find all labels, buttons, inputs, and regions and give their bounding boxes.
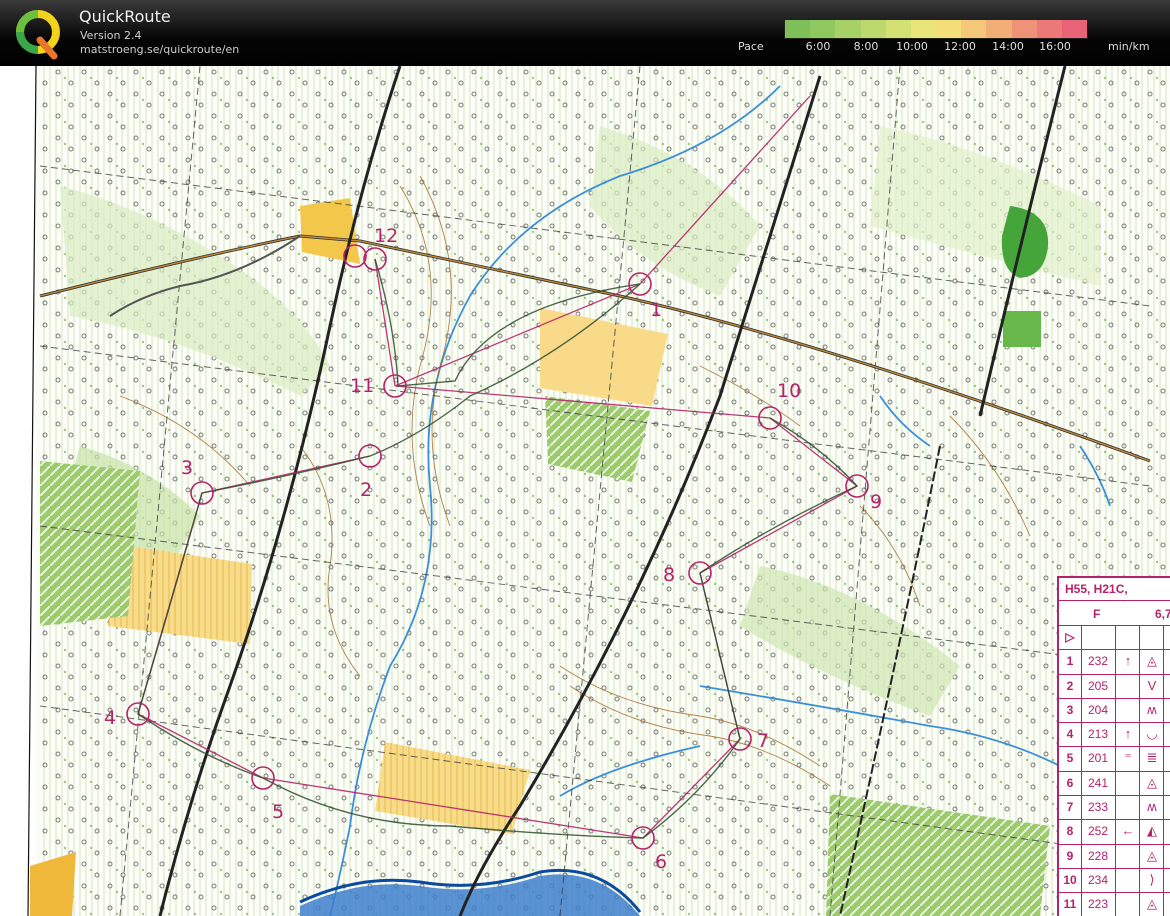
pace-color-swatch: [860, 20, 886, 38]
pace-color-scale: [784, 19, 1088, 39]
description-code: 205: [1087, 678, 1109, 693]
description-row: 1 232 ↑ ◬: [1059, 649, 1170, 673]
description-feature: ʍ: [1147, 799, 1157, 815]
quickroute-q-logo-icon: [16, 10, 60, 60]
control-number-11: 11: [350, 375, 374, 397]
description-number: 4: [1066, 727, 1074, 742]
description-feature: ◭: [1147, 823, 1157, 839]
description-feature: ◬: [1147, 653, 1157, 669]
description-row: 2 205 V: [1059, 673, 1170, 698]
pace-tick-label: 10:00: [896, 40, 928, 53]
pace-unit: min/km: [1108, 40, 1150, 53]
quickroute-window: QuickRoute Version 2.4 matstroeng.se/qui…: [0, 0, 1170, 916]
description-number: 5: [1066, 751, 1074, 766]
description-rows: ▷ 1 232 ↑ ◬ 2 205 V 3 204 ʍ 4 213 ↑ ◡ 5 201 ⁼ ≣ 6 241 ◬ 7 233 ʍ…: [1059, 625, 1170, 916]
description-start-row: ▷: [1059, 625, 1170, 649]
pace-color-swatch: [1011, 20, 1037, 38]
description-number: 1: [1066, 654, 1074, 669]
map-canvas[interactable]: 1 2 3 4 5 6 7 8 9 10 11 12: [0, 66, 1170, 916]
pace-tick-label: 16:00: [1039, 40, 1071, 53]
pace-tick-label: 8:00: [853, 40, 879, 53]
pace-tick-label: 6:00: [805, 40, 831, 53]
orienteering-map[interactable]: 1 2 3 4 5 6 7 8 9 10 11 12 H55, H21C, F …: [0, 66, 1170, 916]
description-number: 11: [1063, 897, 1077, 912]
description-code: 234: [1087, 872, 1109, 887]
control-number-9: 9: [870, 491, 882, 513]
description-code: 252: [1087, 824, 1109, 839]
description-feature: ◬: [1147, 774, 1157, 790]
description-feature: ◬: [1147, 847, 1157, 863]
description-number: 10: [1063, 872, 1077, 887]
description-code: 204: [1087, 702, 1109, 717]
description-code: 228: [1087, 848, 1109, 863]
description-feature: ⟩: [1149, 871, 1155, 887]
description-course-length: 6,7: [1155, 607, 1170, 621]
control-number-3: 3: [181, 457, 193, 479]
description-number: 7: [1066, 800, 1074, 815]
pace-color-swatch: [1061, 20, 1088, 38]
pace-color-swatch: [1036, 20, 1062, 38]
app-version: Version 2.4: [80, 29, 142, 42]
description-code: 201: [1087, 751, 1109, 766]
map-left-margin: [0, 66, 36, 916]
description-feature: ◡: [1146, 726, 1158, 742]
description-number: 2: [1066, 678, 1074, 693]
description-number: 6: [1066, 775, 1074, 790]
description-which: ↑: [1124, 653, 1132, 669]
description-code: 223: [1087, 897, 1109, 912]
description-row: 7 233 ʍ: [1059, 795, 1170, 819]
start-triangle-icon: ▷: [1065, 630, 1075, 644]
pace-color-swatch: [910, 20, 937, 38]
control-number-5: 5: [272, 801, 284, 823]
description-number: 8: [1066, 824, 1074, 839]
control-number-4: 4: [104, 707, 116, 729]
pace-color-swatch: [785, 20, 811, 38]
description-row: 4 213 ↑ ◡: [1059, 722, 1170, 746]
pace-color-swatch: [885, 20, 911, 38]
description-row: 6 241 ◬: [1059, 770, 1170, 795]
control-number-1: 1: [650, 299, 662, 321]
control-number-2: 2: [360, 479, 372, 501]
app-title: QuickRoute: [79, 7, 171, 26]
pace-tick-label: 12:00: [944, 40, 976, 53]
control-number-10: 10: [777, 380, 801, 402]
pace-color-swatch: [810, 20, 836, 38]
pace-color-swatch: [961, 20, 987, 38]
control-number-12: 12: [374, 225, 398, 247]
control-description-sheet: H55, H21C, F 6,7 ▷ 1 232 ↑ ◬ 2 205 V 3 204 ʍ 4 213 ↑…: [1057, 576, 1170, 916]
pace-color-swatch: [936, 20, 962, 38]
control-number-7: 7: [757, 730, 769, 752]
description-which: ←: [1121, 823, 1135, 839]
description-row: 5 201 ⁼ ≣: [1059, 746, 1170, 770]
description-row: 8 252 ← ◭: [1059, 819, 1170, 843]
description-number: 9: [1066, 848, 1074, 863]
description-code: 241: [1087, 775, 1109, 790]
pace-label: Pace: [738, 40, 764, 53]
pace-color-swatch: [986, 20, 1012, 38]
pace-color-swatch: [835, 20, 861, 38]
description-row: 9 228 ◬: [1059, 843, 1170, 868]
description-number: 3: [1066, 702, 1074, 717]
description-which: ↑: [1124, 726, 1132, 742]
description-row: 10 234 ⟩: [1059, 867, 1170, 892]
description-row: 11 223 ◬: [1059, 892, 1170, 916]
header-bar: QuickRoute Version 2.4 matstroeng.se/qui…: [0, 0, 1170, 66]
description-code: 232: [1087, 654, 1109, 669]
description-feature: ≣: [1146, 750, 1158, 766]
description-code: 213: [1087, 727, 1109, 742]
description-code: 233: [1087, 800, 1109, 815]
control-number-8: 8: [663, 564, 675, 586]
description-row: 3 204 ʍ: [1059, 697, 1170, 722]
description-class-header: H55, H21C,: [1065, 582, 1128, 596]
description-which: ⁼: [1124, 750, 1132, 766]
description-feature: ◬: [1147, 896, 1157, 912]
description-feature: V: [1147, 677, 1157, 693]
description-course-code: F: [1093, 607, 1101, 621]
app-url-link[interactable]: matstroeng.se/quickroute/en: [80, 43, 239, 56]
description-feature: ʍ: [1147, 701, 1157, 717]
pace-tick-label: 14:00: [992, 40, 1024, 53]
control-number-6: 6: [655, 851, 667, 873]
